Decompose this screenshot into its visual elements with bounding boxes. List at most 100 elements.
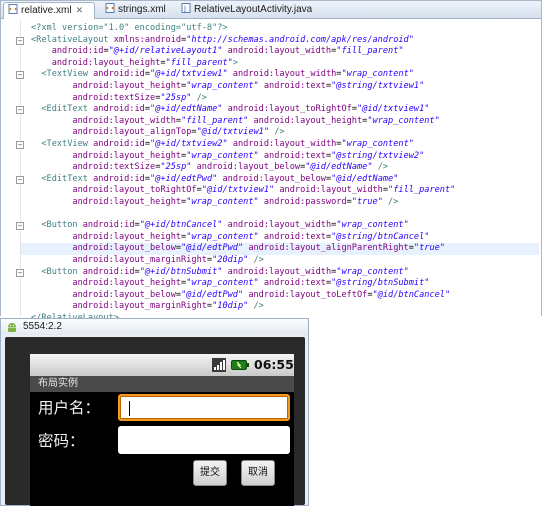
fold-toggle-icon[interactable]: − bbox=[16, 36, 24, 45]
code-token: "@+id/btnCancel" bbox=[139, 220, 223, 231]
code-token: "@+id/relativeLayout1" bbox=[108, 46, 223, 57]
code-token: android:text bbox=[258, 278, 326, 289]
code-token: "http://schemas.android.com/apk/res/andr… bbox=[186, 34, 414, 45]
code-token: android:layout_height bbox=[31, 150, 182, 161]
xml-file-icon bbox=[105, 3, 115, 13]
code-token: "wrap_content" bbox=[186, 231, 259, 242]
svg-text:J: J bbox=[183, 5, 186, 13]
emulator-title-bar: 5554:2.2 bbox=[1, 319, 308, 335]
code-token: /> bbox=[372, 162, 389, 173]
password-input[interactable] bbox=[118, 426, 290, 454]
code-token: android:layout_width bbox=[31, 115, 176, 126]
code-token: <?xml version="1.0" encoding="utf-8"?> bbox=[31, 23, 228, 33]
code-token: android:id bbox=[82, 220, 135, 231]
code-token: android:layout_height bbox=[31, 231, 182, 242]
code-area[interactable]: <?xml version="1.0" encoding="utf-8"?> <R… bbox=[1, 20, 541, 323]
code-token: <TextView bbox=[31, 139, 94, 149]
code-line: <Button android:id="@+id/btnCancel" andr… bbox=[31, 220, 409, 232]
code-token: "@id/txtview1" bbox=[357, 104, 430, 115]
code-token: <EditText bbox=[31, 104, 94, 115]
android-robot-icon bbox=[8, 323, 16, 332]
signal-icon bbox=[212, 358, 226, 372]
username-label: 用户名： bbox=[38, 399, 101, 417]
fold-toggle-icon[interactable]: − bbox=[16, 141, 24, 149]
code-token: android:id bbox=[93, 69, 145, 80]
code-line: android:layout_height="wrap_content" and… bbox=[31, 232, 429, 244]
fold-toggle-icon[interactable]: − bbox=[16, 222, 24, 231]
code-token: /> bbox=[191, 92, 207, 103]
code-token: "25sp" bbox=[160, 92, 192, 103]
code-token: "wrap_content" bbox=[186, 81, 259, 91]
code-token: android:id bbox=[82, 266, 135, 277]
code-token: "wrap_content" bbox=[341, 139, 414, 149]
code-token: android:layout_alignParentRight bbox=[243, 243, 409, 254]
code-line: android:layout_height="wrap_content" and… bbox=[31, 197, 398, 209]
code-token: "wrap_content" bbox=[336, 220, 409, 231]
code-token: "wrap_content" bbox=[336, 266, 409, 277]
android-screen[interactable]: 06:55 布局实例 用户名： 密码： 提交 取消 bbox=[30, 354, 294, 506]
code-token: android:layout_width bbox=[222, 46, 332, 57]
tab-strings-xml[interactable]: strings.xml bbox=[101, 2, 171, 19]
code-line: android:layout_width="fill_parent" andro… bbox=[31, 115, 439, 128]
fold-toggle-icon[interactable]: − bbox=[16, 106, 24, 115]
fold-toggle-icon[interactable]: − bbox=[16, 71, 24, 80]
code-token: android:layout_below bbox=[191, 162, 301, 173]
code-token: <RelativeLayout bbox=[31, 34, 114, 45]
status-bar: 06:55 bbox=[30, 354, 294, 376]
code-token: android:layout_height bbox=[248, 115, 363, 126]
code-token: "true" bbox=[413, 243, 445, 254]
code-token: android:layout_below bbox=[217, 173, 326, 184]
code-line: <TextView android:id="@+id/txtview1" and… bbox=[31, 69, 414, 81]
password-label: 密码： bbox=[38, 432, 85, 450]
code-token: "@string/txtview1" bbox=[331, 81, 425, 91]
code-token: "wrap_content" bbox=[186, 197, 259, 207]
battery-icon bbox=[231, 360, 249, 370]
tab-relative-xml[interactable]: relative.xml ✕ bbox=[3, 2, 95, 19]
code-line: <EditText android:id="@+id/edtPwd" andro… bbox=[31, 174, 398, 186]
code-token: "wrap_content" bbox=[186, 150, 259, 161]
code-token: <Button bbox=[31, 266, 83, 277]
fold-toggle-icon[interactable]: − bbox=[16, 268, 24, 277]
code-line: android:layout_below="@id/edtPwd" androi… bbox=[31, 290, 450, 302]
close-tab-icon[interactable]: ✕ bbox=[76, 3, 84, 18]
code-token: "fill_parent" bbox=[336, 46, 404, 57]
submit-button[interactable]: 提交 bbox=[193, 460, 227, 486]
code-token: android:layout_height bbox=[31, 197, 182, 207]
code-token: "true" bbox=[351, 197, 383, 207]
code-token: android:layout_height bbox=[31, 57, 161, 68]
code-token: "@+id/txtview1" bbox=[150, 69, 228, 80]
code-token: <EditText bbox=[31, 173, 94, 184]
code-token: android:layout_below bbox=[31, 289, 176, 300]
code-token: /> bbox=[248, 301, 264, 312]
code-token: "@+id/edtName" bbox=[150, 104, 223, 115]
tab-label: relative.xml bbox=[21, 5, 72, 16]
code-token: android:layout_toRightOf bbox=[222, 104, 352, 115]
fold-toggle-icon[interactable]: − bbox=[16, 175, 24, 184]
emulator-title: 5554:2.2 bbox=[23, 321, 62, 332]
code-token: android:id bbox=[93, 104, 145, 115]
code-token: android:layout_marginRight bbox=[31, 255, 207, 265]
code-line: android:id="@+id/relativeLayout1" androi… bbox=[31, 46, 404, 58]
code-token: "@id/txtview1" bbox=[201, 185, 275, 196]
code-token: android:layout_width bbox=[227, 139, 337, 149]
code-token: android:layout_width bbox=[227, 69, 337, 80]
cancel-button[interactable]: 取消 bbox=[241, 460, 275, 486]
tab-label: RelativeLayoutActivity.java bbox=[194, 4, 313, 15]
code-token: "25sp" bbox=[160, 162, 192, 173]
code-token: "fill_parent" bbox=[181, 115, 249, 126]
code-line: android:layout_alignTop="@id/txtview1" /… bbox=[31, 127, 284, 139]
code-token: "fill_parent" bbox=[388, 185, 456, 196]
username-input[interactable] bbox=[118, 394, 290, 421]
code-token: android:text bbox=[258, 150, 326, 161]
code-token: "@string/txtview2" bbox=[331, 150, 425, 161]
code-token: android:layout_toLeftOf bbox=[243, 289, 368, 300]
code-line: android:textSize="25sp" android:layout_b… bbox=[31, 162, 388, 174]
code-token: android:id bbox=[31, 46, 104, 57]
code-token: "@string/btnSubmit" bbox=[331, 278, 430, 289]
code-token: android:layout_width bbox=[274, 185, 383, 196]
code-token: "@id/btnCancel" bbox=[372, 289, 451, 300]
code-line: android:layout_height="wrap_content" and… bbox=[31, 81, 424, 93]
code-token: android:layout_width bbox=[222, 266, 332, 277]
code-token: "20dip" bbox=[212, 255, 249, 265]
tab-relativelayoutactivity-java[interactable]: J RelativeLayoutActivity.java bbox=[177, 2, 317, 19]
